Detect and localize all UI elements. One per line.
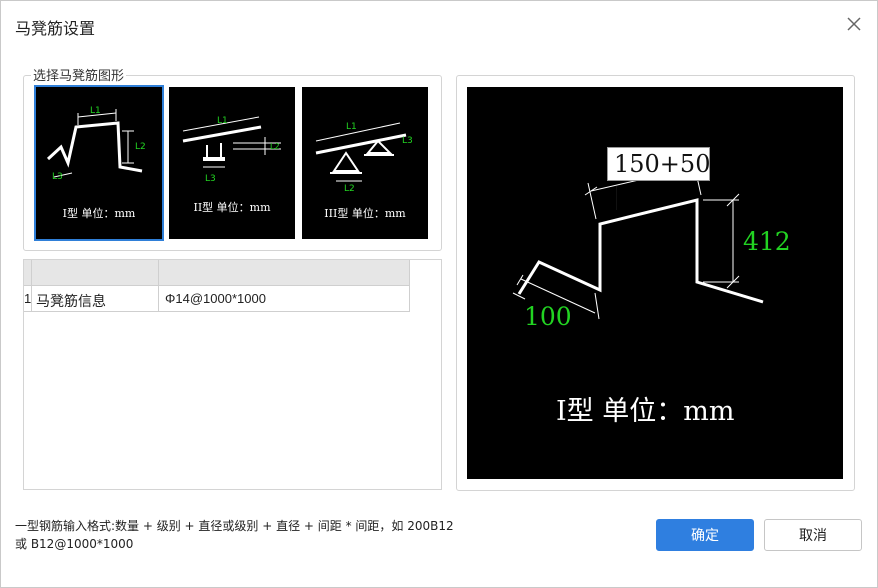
ok-button[interactable]: 确定 [656, 519, 754, 551]
type-3-caption: III型 单位：mm [324, 207, 406, 220]
rebar-chair-settings-dialog: 马凳筋设置 选择马凳筋图形 L1 L2 L3 I型 单位：mm L1 L2 L3… [0, 0, 878, 588]
l2-dimension-label[interactable]: 412 [743, 227, 791, 256]
dim-l2-label: L2 [344, 184, 355, 194]
hint-line-1: 一型钢筋输入格式:数量 + 级别 + 直径或级别 + 直径 + 间距 * 间距，… [15, 519, 454, 533]
shape-preview: 150+50 412 100 I型 单位：mm [467, 87, 843, 479]
row-index: 1 [24, 291, 32, 306]
row-name: 马凳筋信息 [36, 293, 106, 309]
dim-l3-label: L3 [205, 174, 216, 184]
rebar-info-value-cell[interactable]: Φ14@1000*1000 [159, 286, 410, 312]
title-bar: 马凳筋设置 [1, 1, 877, 49]
table-header-row [24, 260, 410, 286]
rebar-info-table: 1 马凳筋信息 Φ14@1000*1000 [23, 259, 442, 490]
shape-option-type-1[interactable]: L1 L2 L3 I型 单位：mm [36, 87, 162, 239]
l3-dimension-label[interactable]: 100 [524, 302, 572, 331]
l1-dimension-input[interactable]: 150+50 [607, 147, 711, 210]
type-1-caption: I型 单位：mm [62, 207, 136, 220]
shape-option-type-3[interactable]: L1 L2 L3 III型 单位：mm [302, 87, 428, 239]
table-row: 1 马凳筋信息 Φ14@1000*1000 [24, 286, 410, 312]
hint-line-2: 或 B12@1000*1000 [15, 537, 134, 551]
type-2-caption: II型 单位：mm [193, 201, 271, 214]
input-format-hint: 一型钢筋输入格式:数量 + 级别 + 直径或级别 + 直径 + 间距 * 间距，… [15, 517, 454, 553]
dim-l1-label: L1 [217, 116, 228, 126]
close-icon[interactable] [843, 13, 865, 35]
rebar-info-value: Φ14@1000*1000 [165, 291, 266, 306]
header-cell-index [24, 260, 32, 286]
dim-l1-label: L1 [90, 106, 101, 116]
header-cell-name [32, 260, 159, 286]
shape-selection-label: 选择马凳筋图形 [31, 65, 127, 84]
dialog-title: 马凳筋设置 [15, 21, 96, 38]
dim-l3-label: L3 [402, 136, 413, 146]
row-name-cell: 马凳筋信息 [32, 286, 159, 312]
l1-dimension-value: 150+50 [614, 150, 711, 178]
row-index-cell: 1 [24, 286, 32, 312]
cancel-button[interactable]: 取消 [764, 519, 862, 551]
header-cell-value [159, 260, 410, 286]
dim-l3-label: L3 [52, 172, 63, 182]
dim-l2-label: L2 [270, 142, 280, 151]
dim-l1-label: L1 [346, 122, 357, 132]
type-2-shape-drawing: L1 L2 L3 [182, 116, 281, 184]
preview-caption: I型 单位：mm [556, 396, 735, 427]
dim-l2-label: L2 [135, 142, 146, 152]
shape-option-type-2[interactable]: L1 L2 L3 II型 单位：mm [169, 87, 295, 239]
text-caret [616, 185, 617, 210]
